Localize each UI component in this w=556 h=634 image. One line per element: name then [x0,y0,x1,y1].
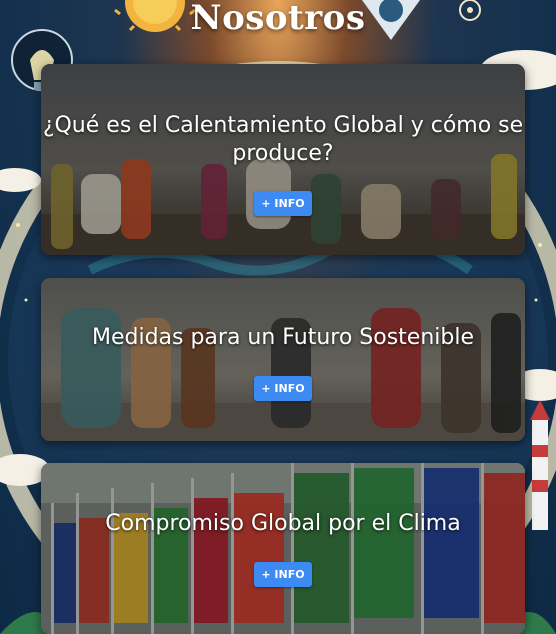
page-title: Nosotros [190,0,366,38]
card-sustainable-future: Medidas para un Futuro Sostenible + INFO [41,278,525,441]
info-button[interactable]: + INFO [254,562,312,587]
card-title: ¿Qué es el Calentamiento Global y cómo s… [42,113,524,166]
card-title: Compromiso Global por el Clima [105,511,461,536]
info-button[interactable]: + INFO [254,376,312,401]
info-button[interactable]: + INFO [254,191,312,216]
card-overlay [41,463,525,634]
card-climate-commitment: Compromiso Global por el Clima + INFO [41,463,525,634]
card-title: Medidas para un Futuro Sostenible [91,325,475,350]
card-overlay [41,278,525,441]
lighthouse-icon [530,400,550,530]
card-global-warming: ¿Qué es el Calentamiento Global y cómo s… [41,64,525,255]
